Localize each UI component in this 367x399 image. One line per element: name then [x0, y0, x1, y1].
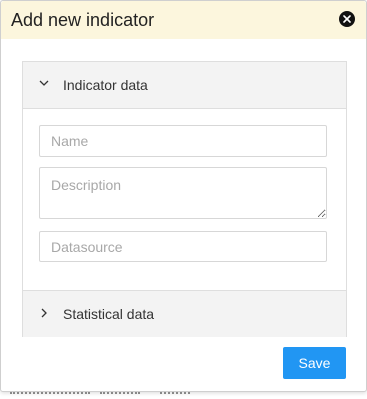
chevron-down-icon — [39, 80, 49, 86]
chevron-right-icon — [41, 308, 47, 318]
accordion-panel: Indicator data Statistical data — [22, 61, 347, 337]
background-page-footer — [0, 390, 367, 399]
close-icon[interactable] — [339, 11, 355, 27]
save-button[interactable]: Save — [283, 347, 346, 379]
dialog-header: Add new indicator — [1, 1, 366, 39]
description-field[interactable] — [39, 167, 327, 219]
section-header-statistical-data[interactable]: Statistical data — [23, 290, 346, 337]
dialog-title: Add new indicator — [11, 10, 155, 30]
section-header-indicator-data[interactable]: Indicator data — [23, 62, 346, 109]
name-field[interactable] — [39, 125, 327, 157]
add-indicator-dialog: Add new indicator Indicator data Statist… — [0, 0, 367, 392]
datasource-field[interactable] — [39, 231, 327, 262]
section-label: Indicator data — [63, 77, 148, 93]
section-label: Statistical data — [63, 306, 155, 322]
